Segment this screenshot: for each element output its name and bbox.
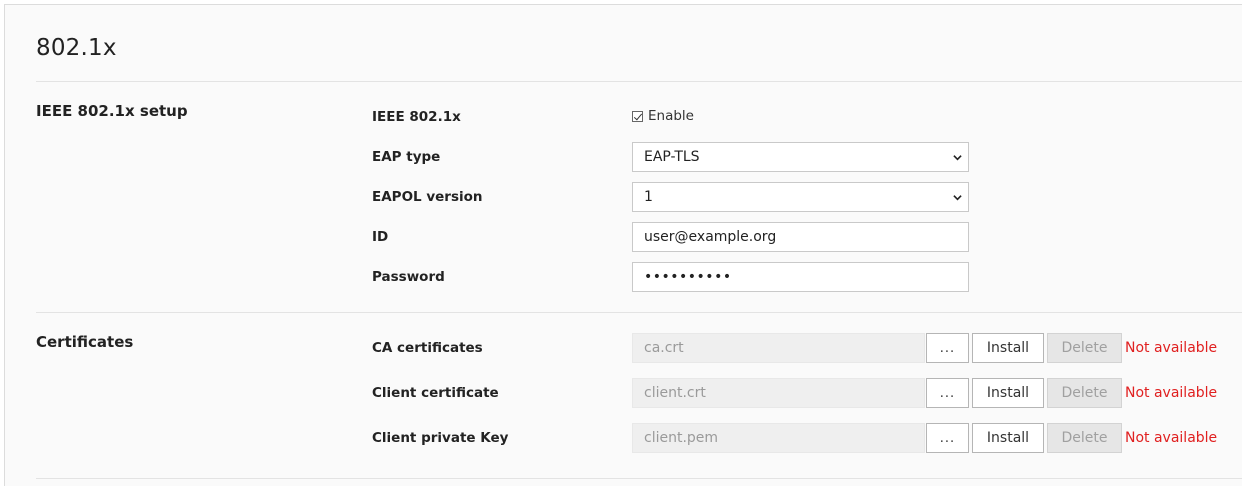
password-label: Password xyxy=(372,269,445,285)
ca-cert-status: Not available xyxy=(1125,340,1218,356)
eapol-version-value: 1 xyxy=(644,189,653,205)
client-key-status: Not available xyxy=(1125,430,1218,446)
ca-cert-file-field: ca.crt xyxy=(632,333,925,363)
checkbox-checked-icon[interactable] xyxy=(632,110,643,122)
client-cert-file-name: client.crt xyxy=(644,385,706,401)
ieee-label: IEEE 802.1x xyxy=(372,109,461,125)
client-key-install-button[interactable]: Install xyxy=(972,423,1044,453)
client-cert-status: Not available xyxy=(1125,385,1218,401)
eap-type-label: EAP type xyxy=(372,149,441,165)
id-input[interactable]: user@example.org xyxy=(632,222,969,252)
client-key-file-name: client.pem xyxy=(644,430,719,446)
client-cert-delete-button[interactable]: Delete xyxy=(1047,378,1122,408)
eap-type-value: EAP-TLS xyxy=(644,149,700,165)
enable-checkbox[interactable]: Enable xyxy=(632,108,694,124)
client-key-file-field: client.pem xyxy=(632,423,925,453)
enable-checkbox-label: Enable xyxy=(648,108,694,124)
eap-type-select[interactable]: EAP-TLS xyxy=(632,142,969,172)
eapol-version-label: EAPOL version xyxy=(372,189,483,205)
chevron-down-icon xyxy=(953,155,962,161)
section-title-certificates: Certificates xyxy=(36,333,134,351)
password-value: •••••••••• xyxy=(644,269,732,285)
ca-cert-file-name: ca.crt xyxy=(644,340,684,356)
ca-cert-browse-button[interactable]: ... xyxy=(926,333,969,363)
ca-cert-label: CA certificates xyxy=(372,340,483,356)
id-value: user@example.org xyxy=(644,229,777,245)
ca-cert-delete-button[interactable]: Delete xyxy=(1047,333,1122,363)
eapol-version-select[interactable]: 1 xyxy=(632,182,969,212)
settings-panel: 802.1x IEEE 802.1x setup IEEE 802.1x Ena… xyxy=(4,4,1242,486)
divider xyxy=(36,81,1242,82)
client-cert-browse-button[interactable]: ... xyxy=(926,378,969,408)
client-cert-install-button[interactable]: Install xyxy=(972,378,1044,408)
client-cert-label: Client certificate xyxy=(372,385,499,401)
client-cert-file-field: client.crt xyxy=(632,378,925,408)
client-key-delete-button[interactable]: Delete xyxy=(1047,423,1122,453)
divider xyxy=(36,312,1242,313)
client-key-browse-button[interactable]: ... xyxy=(926,423,969,453)
page-title: 802.1x xyxy=(36,35,117,61)
id-label: ID xyxy=(372,229,389,245)
section-title-setup: IEEE 802.1x setup xyxy=(36,102,188,120)
client-key-label: Client private Key xyxy=(372,430,509,446)
password-input[interactable]: •••••••••• xyxy=(632,262,969,292)
divider xyxy=(36,478,1242,479)
ca-cert-install-button[interactable]: Install xyxy=(972,333,1044,363)
chevron-down-icon xyxy=(953,195,962,201)
